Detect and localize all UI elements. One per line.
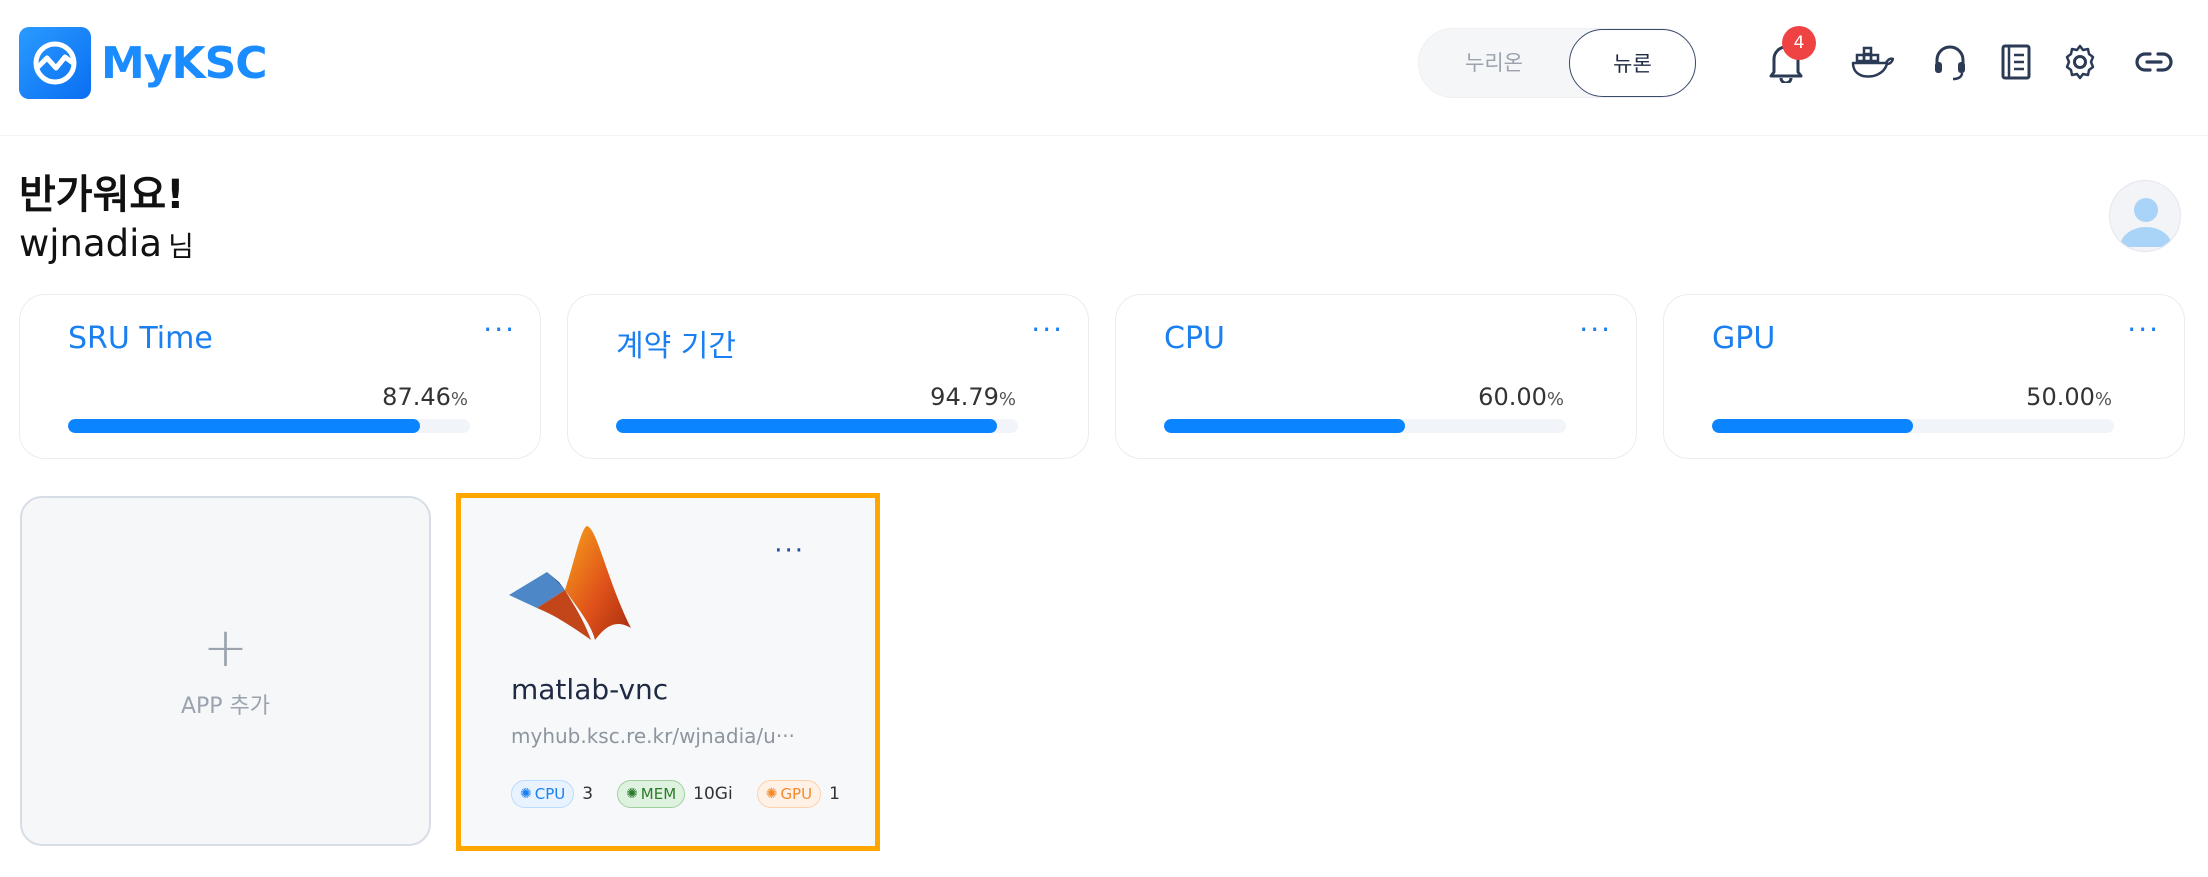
stat-value: 60.00% xyxy=(1478,383,1564,411)
stat-title: GPU xyxy=(1712,321,1776,356)
cpu-chip: ✺ CPU xyxy=(511,780,575,808)
gpu-value: 1 xyxy=(829,784,840,804)
link-icon xyxy=(2135,52,2173,72)
mem-value: 10Gi xyxy=(693,784,733,804)
user-avatar-icon xyxy=(2120,198,2172,247)
avatar[interactable] xyxy=(2109,180,2181,252)
stat-title: SRU Time xyxy=(68,321,213,356)
add-app-label: APP 추가 xyxy=(180,694,271,719)
plus-icon: + xyxy=(202,616,249,679)
app-card-matlab-vnc[interactable]: ··· matlab-vnc myhub.ksc.re.kr/wjnadia/u… xyxy=(456,493,880,851)
notebook-icon xyxy=(2001,44,2031,80)
greeting-title: 반가워요! xyxy=(19,172,185,218)
greeting-user: wjnadia 님 xyxy=(19,222,194,265)
matlab-logo-icon xyxy=(509,526,631,640)
progress-bar xyxy=(68,419,470,433)
progress-bar xyxy=(616,419,1018,433)
logo-text: MyKSC xyxy=(101,37,268,89)
app-name: matlab-vnc xyxy=(511,673,669,706)
progress-fill xyxy=(68,419,420,433)
gpu-chip: ✺ GPU xyxy=(756,780,822,808)
username: wjnadia xyxy=(19,222,163,265)
stat-card-cpu: CPU ··· 60.00% xyxy=(1115,294,1637,459)
logo-icon xyxy=(19,27,91,99)
stat-title: 계약 기간 xyxy=(616,329,736,364)
more-options-button[interactable]: ··· xyxy=(483,313,516,346)
stat-card-contract-period: 계약 기간 ··· 94.79% xyxy=(567,294,1089,459)
more-options-button[interactable]: ··· xyxy=(1579,313,1612,346)
docker-button[interactable] xyxy=(1846,36,1898,88)
toggle-option-nurion[interactable]: 누리온 xyxy=(1419,29,1569,97)
notebook-button[interactable] xyxy=(1990,36,2042,88)
docker-icon xyxy=(1851,46,1894,78)
progress-bar xyxy=(1164,419,1566,433)
chip-icon: ✺ xyxy=(765,786,778,802)
more-options-button[interactable]: ··· xyxy=(1031,313,1064,346)
chip-icon: ✺ xyxy=(520,786,532,802)
top-header: MyKSC 누리온 뉴론 4 xyxy=(0,0,2208,136)
support-button[interactable] xyxy=(1924,36,1976,88)
progress-fill xyxy=(1164,419,1406,433)
progress-bar xyxy=(1712,419,2114,433)
app-url: myhub.ksc.re.kr/wjnadia/u··· xyxy=(511,724,795,748)
more-options-button[interactable]: ··· xyxy=(2127,313,2160,346)
toggle-option-neuron[interactable]: 뉴론 xyxy=(1569,29,1696,97)
progress-fill xyxy=(616,419,998,433)
stat-value: 94.79% xyxy=(930,383,1016,411)
honorific-suffix: 님 xyxy=(168,230,194,263)
cpu-value: 3 xyxy=(582,784,594,804)
cluster-toggle: 누리온 뉴론 xyxy=(1418,28,1696,98)
resource-row: ✺ CPU 3 ✺ MEM 10Gi ✺ GPU 1 xyxy=(511,780,864,808)
notifications-button[interactable]: 4 xyxy=(1760,26,1816,88)
stat-value: 87.46% xyxy=(382,383,468,411)
settings-button[interactable] xyxy=(2054,36,2106,88)
link-button[interactable] xyxy=(2128,36,2180,88)
chip-icon: ✺ xyxy=(626,786,638,802)
logo[interactable]: MyKSC xyxy=(19,27,268,99)
add-app-card[interactable]: + APP 추가 xyxy=(20,496,431,846)
stat-value: 50.00% xyxy=(2026,383,2112,411)
headset-icon xyxy=(1935,45,1965,81)
gear-icon xyxy=(2065,44,2095,80)
notification-badge: 4 xyxy=(1782,26,1816,60)
mem-chip: ✺ MEM xyxy=(617,780,686,808)
progress-fill xyxy=(1712,419,1913,433)
stat-title: CPU xyxy=(1164,321,1225,356)
stat-card-sru-time: SRU Time ··· 87.46% xyxy=(19,294,541,459)
stat-card-gpu: GPU ··· 50.00% xyxy=(1663,294,2185,459)
more-options-button[interactable]: ··· xyxy=(774,536,805,566)
